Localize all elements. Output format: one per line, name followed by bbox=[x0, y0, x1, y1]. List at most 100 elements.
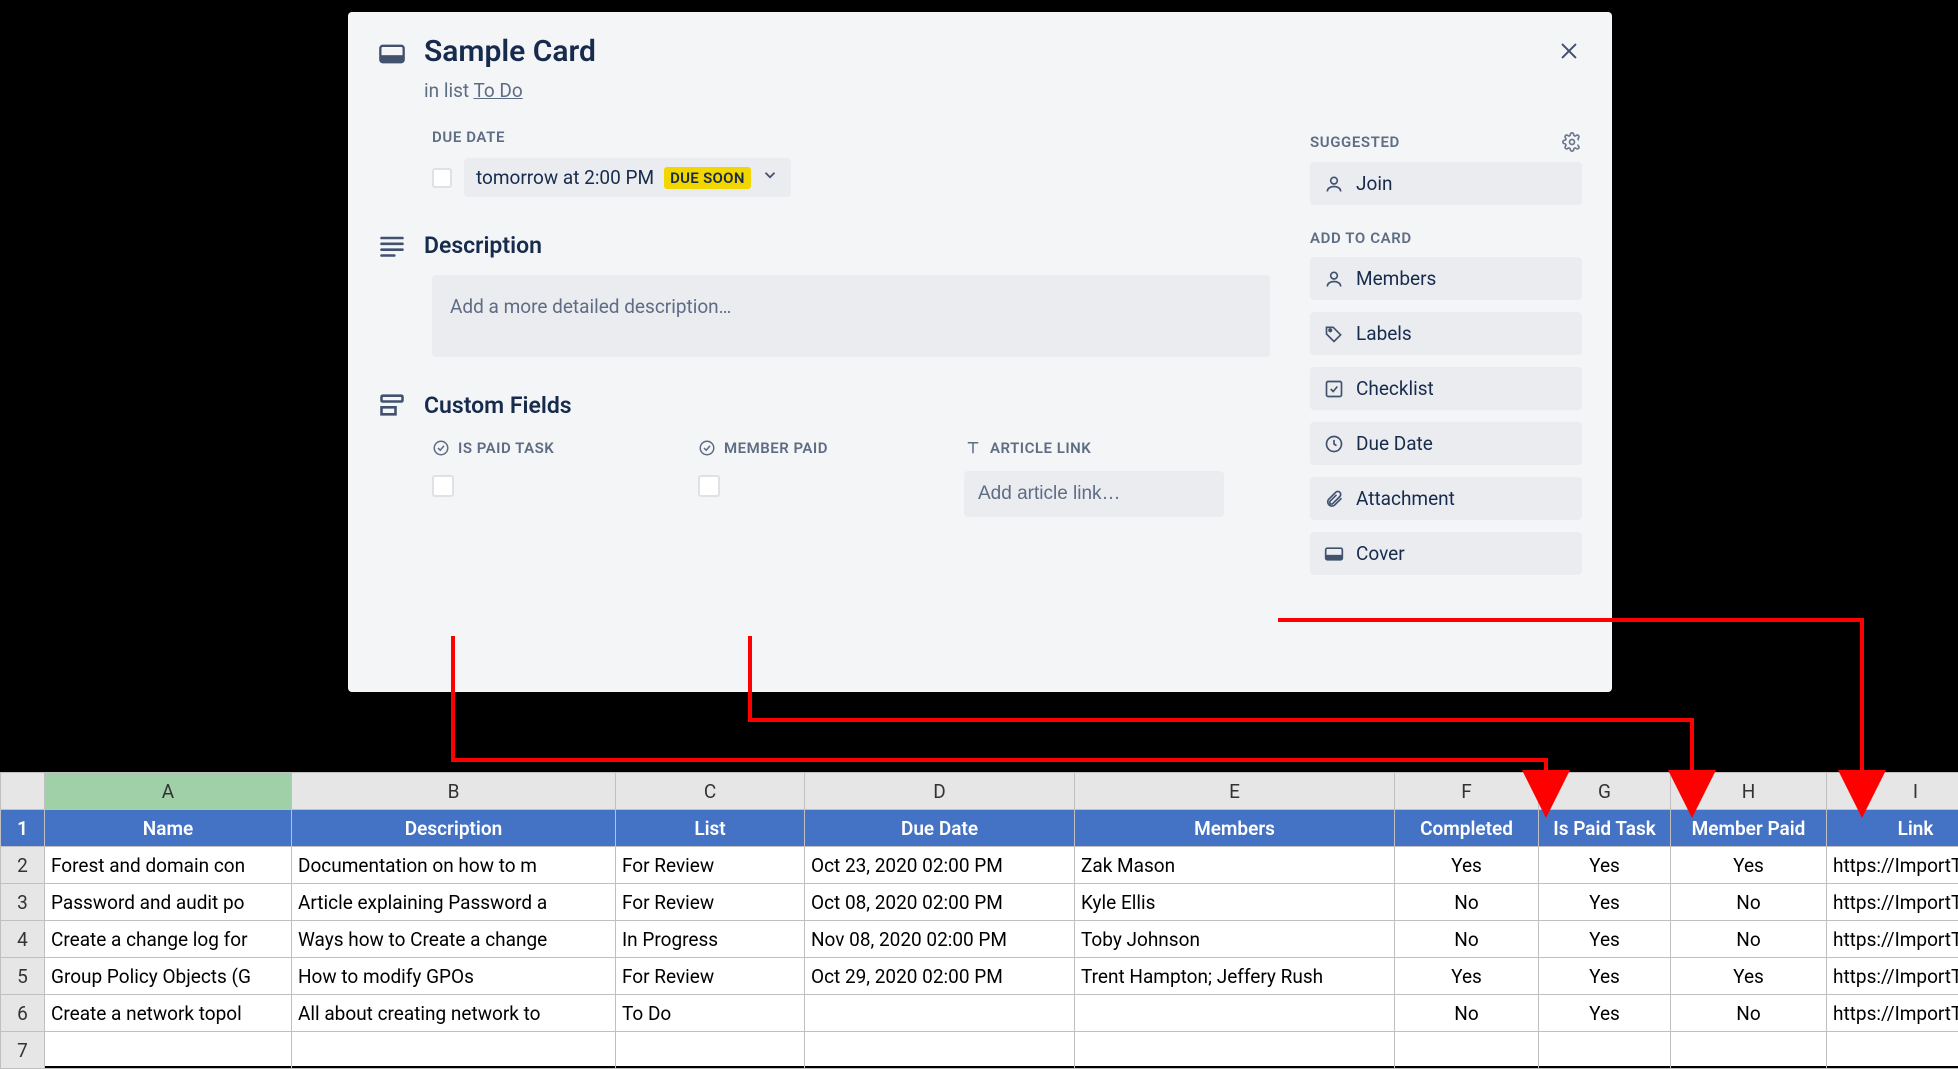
table-row[interactable]: 4Create a change log forWays how to Crea… bbox=[1, 921, 1958, 958]
cell[interactable]: No bbox=[1395, 921, 1539, 958]
due-date-button-side[interactable]: Due Date bbox=[1310, 422, 1582, 465]
header-cell[interactable]: Name bbox=[45, 810, 292, 847]
cell[interactable]: Oct 23, 2020 02:00 PM bbox=[805, 847, 1075, 884]
header-cell[interactable]: List bbox=[616, 810, 805, 847]
cell[interactable]: Yes bbox=[1539, 921, 1671, 958]
cell[interactable]: All about creating network to bbox=[292, 995, 616, 1032]
description-input[interactable]: Add a more detailed description… bbox=[432, 275, 1270, 357]
cell[interactable]: Yes bbox=[1395, 958, 1539, 995]
cell[interactable] bbox=[1395, 1032, 1539, 1069]
cell[interactable]: For Review bbox=[616, 847, 805, 884]
table-row[interactable]: 2Forest and domain conDocumentation on h… bbox=[1, 847, 1958, 884]
header-cell[interactable]: Completed bbox=[1395, 810, 1539, 847]
header-cell[interactable]: Members bbox=[1075, 810, 1395, 847]
cell[interactable]: Toby Johnson bbox=[1075, 921, 1395, 958]
cell[interactable]: Nov 08, 2020 02:00 PM bbox=[805, 921, 1075, 958]
cell[interactable] bbox=[1075, 1032, 1395, 1069]
row-number[interactable]: 3 bbox=[1, 884, 45, 921]
cell[interactable]: https://ImportTe bbox=[1827, 958, 1958, 995]
cell[interactable]: https://ImportTe bbox=[1827, 884, 1958, 921]
cell[interactable]: Oct 08, 2020 02:00 PM bbox=[805, 884, 1075, 921]
checklist-button[interactable]: Checklist bbox=[1310, 367, 1582, 410]
cell[interactable]: Article explaining Password a bbox=[292, 884, 616, 921]
cell[interactable]: Group Policy Objects (G bbox=[45, 958, 292, 995]
header-cell[interactable]: Link bbox=[1827, 810, 1958, 847]
card-title[interactable]: Sample Card bbox=[424, 34, 1582, 69]
cell[interactable]: Documentation on how to m bbox=[292, 847, 616, 884]
cell[interactable]: Yes bbox=[1395, 847, 1539, 884]
cell[interactable]: No bbox=[1671, 921, 1827, 958]
cell[interactable]: Trent Hampton; Jeffery Rush bbox=[1075, 958, 1395, 995]
card-list-link[interactable]: To Do bbox=[473, 79, 522, 102]
gear-icon[interactable] bbox=[1562, 132, 1582, 152]
cell[interactable]: No bbox=[1671, 884, 1827, 921]
due-date-button[interactable]: tomorrow at 2:00 PM DUE SOON bbox=[464, 158, 791, 197]
cell[interactable]: Yes bbox=[1671, 958, 1827, 995]
row-number[interactable]: 2 bbox=[1, 847, 45, 884]
column-header-A[interactable]: A bbox=[45, 773, 292, 810]
table-row[interactable]: 7 bbox=[1, 1032, 1958, 1069]
row-number[interactable]: 6 bbox=[1, 995, 45, 1032]
column-header-B[interactable]: B bbox=[292, 773, 616, 810]
cell[interactable]: Yes bbox=[1539, 884, 1671, 921]
cell[interactable]: https://ImportTe bbox=[1827, 995, 1958, 1032]
cell[interactable]: https://ImportTe bbox=[1827, 921, 1958, 958]
cell[interactable] bbox=[805, 1032, 1075, 1069]
cell[interactable] bbox=[1075, 995, 1395, 1032]
close-button[interactable] bbox=[1550, 32, 1588, 70]
cell[interactable]: No bbox=[1395, 884, 1539, 921]
header-cell[interactable]: Is Paid Task bbox=[1539, 810, 1671, 847]
cell[interactable] bbox=[292, 1032, 616, 1069]
cell[interactable] bbox=[1539, 1032, 1671, 1069]
column-header-G[interactable]: G bbox=[1539, 773, 1671, 810]
cf-member-paid-checkbox[interactable] bbox=[698, 475, 720, 497]
cell[interactable]: Ways how to Create a change bbox=[292, 921, 616, 958]
header-cell[interactable]: Due Date bbox=[805, 810, 1075, 847]
due-complete-checkbox[interactable] bbox=[432, 168, 452, 188]
join-button[interactable]: Join bbox=[1310, 162, 1582, 205]
column-header-E[interactable]: E bbox=[1075, 773, 1395, 810]
cell[interactable]: Forest and domain con bbox=[45, 847, 292, 884]
column-header-H[interactable]: H bbox=[1671, 773, 1827, 810]
sheet-table[interactable]: ABCDEFGHI 1NameDescriptionListDue DateMe… bbox=[0, 772, 1958, 1069]
cell[interactable] bbox=[805, 995, 1075, 1032]
cell[interactable]: Create a change log for bbox=[45, 921, 292, 958]
cell[interactable]: Create a network topol bbox=[45, 995, 292, 1032]
row-number[interactable]: 5 bbox=[1, 958, 45, 995]
row-number[interactable]: 7 bbox=[1, 1032, 45, 1069]
column-header-C[interactable]: C bbox=[616, 773, 805, 810]
column-header-D[interactable]: D bbox=[805, 773, 1075, 810]
table-row[interactable]: 6Create a network topolAll about creatin… bbox=[1, 995, 1958, 1032]
table-row[interactable]: 5Group Policy Objects (GHow to modify GP… bbox=[1, 958, 1958, 995]
cell[interactable]: Yes bbox=[1671, 847, 1827, 884]
row-number[interactable]: 1 bbox=[1, 810, 45, 847]
cell[interactable]: Yes bbox=[1539, 847, 1671, 884]
cover-button[interactable]: Cover bbox=[1310, 532, 1582, 575]
cell[interactable]: Password and audit po bbox=[45, 884, 292, 921]
cell[interactable]: How to modify GPOs bbox=[292, 958, 616, 995]
cell[interactable] bbox=[1827, 1032, 1958, 1069]
labels-button[interactable]: Labels bbox=[1310, 312, 1582, 355]
header-cell[interactable]: Member Paid bbox=[1671, 810, 1827, 847]
table-row[interactable]: 3Password and audit poArticle explaining… bbox=[1, 884, 1958, 921]
row-number[interactable]: 4 bbox=[1, 921, 45, 958]
cf-article-link-input[interactable] bbox=[964, 471, 1224, 517]
cell[interactable]: In Progress bbox=[616, 921, 805, 958]
cf-is-paid-task-checkbox[interactable] bbox=[432, 475, 454, 497]
column-header-I[interactable]: I bbox=[1827, 773, 1958, 810]
cell[interactable]: No bbox=[1671, 995, 1827, 1032]
cell[interactable]: For Review bbox=[616, 884, 805, 921]
attachment-button[interactable]: Attachment bbox=[1310, 477, 1582, 520]
members-button[interactable]: Members bbox=[1310, 257, 1582, 300]
cell[interactable] bbox=[1671, 1032, 1827, 1069]
column-header-F[interactable]: F bbox=[1395, 773, 1539, 810]
cell[interactable]: Zak Mason bbox=[1075, 847, 1395, 884]
cell[interactable] bbox=[616, 1032, 805, 1069]
cell[interactable] bbox=[45, 1032, 292, 1069]
cell[interactable]: For Review bbox=[616, 958, 805, 995]
cell[interactable]: Kyle Ellis bbox=[1075, 884, 1395, 921]
cell[interactable]: No bbox=[1395, 995, 1539, 1032]
cell[interactable]: https://ImportTe bbox=[1827, 847, 1958, 884]
cell[interactable]: Yes bbox=[1539, 958, 1671, 995]
cell[interactable]: Yes bbox=[1539, 995, 1671, 1032]
